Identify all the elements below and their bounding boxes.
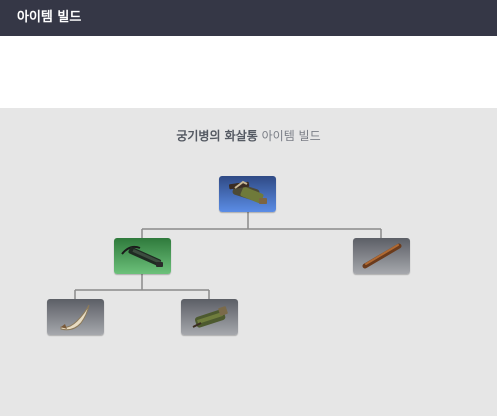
item-node-wooden-stick[interactable] [353,238,410,274]
item-node-quiver[interactable] [181,299,238,335]
quiver-crossbow-icon [228,180,267,204]
crossbow-quiver-icon [121,245,163,267]
item-node-crossbow-quiver[interactable] [114,238,171,274]
quiver-icon [192,306,228,328]
wooden-stick-icon [362,243,402,269]
horn-icon [60,304,90,331]
item-node-horn[interactable] [47,299,104,335]
item-node-quiver-crossbow[interactable] [219,176,276,212]
